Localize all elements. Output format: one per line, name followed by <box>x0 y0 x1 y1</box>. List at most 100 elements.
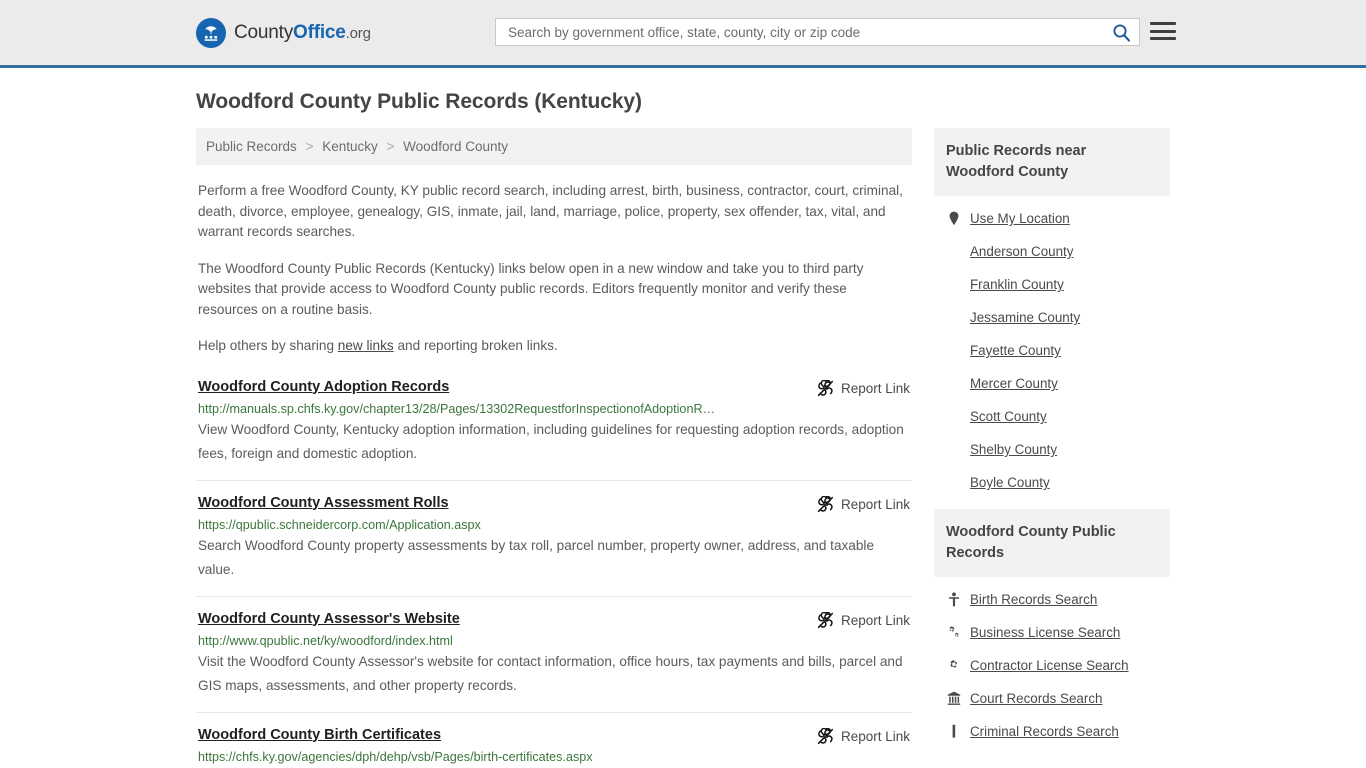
sidebar-panel-heading: Woodford County Public Records <box>934 509 1170 577</box>
result-title-link[interactable]: Woodford County Assessment Rolls <box>198 495 449 511</box>
new-links-link[interactable]: new links <box>338 338 394 353</box>
site-logo-text: CountyOffice.org <box>234 22 371 44</box>
sidebar-panel: Woodford County Public Records Birth Reco… <box>934 509 1170 748</box>
sidebar-panel-heading: Public Records near Woodford County <box>934 128 1170 196</box>
breadcrumb-separator: > <box>386 139 395 154</box>
result-title-link[interactable]: Woodford County Assessor's Website <box>198 611 460 627</box>
sidebar-item-label[interactable]: Birth Records Search <box>970 592 1097 607</box>
result-url: http://www.qpublic.net/ky/woodford/index… <box>198 633 453 648</box>
hamburger-menu-icon <box>1150 29 1176 33</box>
sidebar-list-item[interactable]: Fayette County <box>934 334 1170 367</box>
report-link-button[interactable]: Report Link <box>817 379 910 397</box>
result-header: Woodford County Birth Certificates Report… <box>198 727 910 745</box>
breadcrumb-item-public-records[interactable]: Public Records <box>206 139 297 154</box>
eagle-shield-logo-icon <box>196 17 226 48</box>
result-url: https://qpublic.schneidercorp.com/Applic… <box>198 517 481 532</box>
page-container: Woodford County Public Records (Kentucky… <box>0 90 1366 768</box>
sidebar-list-item[interactable]: Use My Location <box>934 202 1170 235</box>
result-title-link[interactable]: Woodford County Birth Certificates <box>198 727 441 743</box>
result-description: Visit the Woodford County Assessor's web… <box>198 653 903 693</box>
brand-part-county: County <box>234 21 294 43</box>
intro-text-after: and reporting broken links. <box>393 338 558 353</box>
site-logo[interactable]: CountyOffice.org <box>196 17 371 48</box>
sidebar-list-item[interactable]: Jessamine County <box>934 301 1170 334</box>
results-list: Woodford County Adoption Records Report L… <box>196 379 912 768</box>
broken-link-icon <box>817 379 834 396</box>
brand-part-org: .org <box>345 24 371 42</box>
result-url: http://manuals.sp.chfs.ky.gov/chapter13/… <box>198 401 716 416</box>
sidebar-item-label[interactable]: Contractor License Search <box>970 658 1129 673</box>
intro-text-before: Help others by sharing <box>198 338 338 353</box>
gavel-icon <box>946 724 961 739</box>
sidebar-item-label[interactable]: Use My Location <box>970 211 1070 226</box>
breadcrumb-item-kentucky[interactable]: Kentucky <box>322 139 378 154</box>
sidebar-item-label[interactable]: Mercer County <box>970 376 1058 391</box>
sidebar-list-item[interactable]: Court Records Search <box>934 682 1170 715</box>
hamburger-menu-icon <box>1150 37 1176 40</box>
search-button[interactable] <box>1110 23 1133 42</box>
sidebar-item-label[interactable]: Anderson County <box>970 244 1073 259</box>
map-pin-icon <box>946 211 961 226</box>
report-link-label: Report Link <box>840 612 910 628</box>
hamburger-menu-button[interactable] <box>1150 20 1176 42</box>
result-header: Woodford County Assessor's Website Report… <box>198 611 910 629</box>
sidebar: Public Records near Woodford County Use M… <box>934 128 1170 758</box>
report-link-label: Report Link <box>840 728 910 744</box>
sidebar-list-item[interactable]: Business License Search <box>934 616 1170 649</box>
sidebar-item-label[interactable]: Business License Search <box>970 625 1120 640</box>
report-link-button[interactable]: Report Link <box>817 495 910 513</box>
intro-section: Perform a free Woodford County, KY publi… <box>196 181 912 357</box>
intro-paragraph-3: Help others by sharing new links and rep… <box>198 336 910 357</box>
sidebar-item-label[interactable]: Criminal Records Search <box>970 724 1119 739</box>
report-link-button[interactable]: Report Link <box>817 611 910 629</box>
sidebar-list-item[interactable]: Criminal Records Search <box>934 715 1170 748</box>
sidebar-list-item[interactable]: Anderson County <box>934 235 1170 268</box>
sidebar-list-item[interactable]: Contractor License Search <box>934 649 1170 682</box>
hamburger-menu-icon <box>1150 22 1176 25</box>
main-column: Public Records > Kentucky > Woodford Cou… <box>196 128 912 768</box>
sidebar-item-label[interactable]: Court Records Search <box>970 691 1102 706</box>
sidebar-item-label[interactable]: Boyle County <box>970 475 1050 490</box>
site-header: CountyOffice.org <box>0 0 1366 68</box>
result-url: https://chfs.ky.gov/agencies/dph/dehp/vs… <box>198 749 593 764</box>
result-item: Woodford County Adoption Records Report L… <box>196 379 912 481</box>
intro-paragraph-1: Perform a free Woodford County, KY publi… <box>198 183 903 239</box>
result-header: Woodford County Adoption Records Report L… <box>198 379 910 397</box>
report-link-button[interactable]: Report Link <box>817 727 910 745</box>
sidebar-list-item[interactable]: Franklin County <box>934 268 1170 301</box>
page-title: Woodford County Public Records (Kentucky… <box>196 90 642 113</box>
sidebar-item-label[interactable]: Jessamine County <box>970 310 1080 325</box>
sidebar-item-label[interactable]: Franklin County <box>970 277 1064 292</box>
breadcrumb-item-woodford-county: Woodford County <box>403 139 508 154</box>
broken-link-icon <box>817 611 834 628</box>
result-description: Search Woodford County property assessme… <box>198 537 875 577</box>
courthouse-icon <box>946 691 961 706</box>
result-description: View Woodford County, Kentucky adoption … <box>198 421 904 461</box>
result-item: Woodford County Assessment Rolls Report L… <box>196 495 912 597</box>
result-item: Woodford County Birth Certificates Report… <box>196 727 912 768</box>
report-link-label: Report Link <box>840 380 910 396</box>
gear-icon <box>946 658 961 673</box>
sidebar-item-label[interactable]: Fayette County <box>970 343 1061 358</box>
sidebar-list-item[interactable]: Boyle County <box>934 466 1170 499</box>
result-item: Woodford County Assessor's Website Report… <box>196 611 912 713</box>
result-header: Woodford County Assessment Rolls Report L… <box>198 495 910 513</box>
sidebar-list-item[interactable]: Scott County <box>934 400 1170 433</box>
sidebar-item-label[interactable]: Scott County <box>970 409 1047 424</box>
intro-paragraph-2: The Woodford County Public Records (Kent… <box>198 260 864 317</box>
sidebar-panel-list: Use My Location Anderson County Franklin C… <box>934 196 1170 499</box>
brand-part-office: Office <box>293 21 346 43</box>
search-input[interactable] <box>506 19 1110 45</box>
sidebar-list-item[interactable]: Birth Records Search <box>934 583 1170 616</box>
sidebar-item-label[interactable]: Shelby County <box>970 442 1057 457</box>
baby-icon <box>946 592 961 607</box>
search-bar[interactable] <box>495 18 1140 46</box>
result-title-link[interactable]: Woodford County Adoption Records <box>198 379 449 395</box>
report-link-label: Report Link <box>840 496 910 512</box>
sidebar-list-item[interactable]: Shelby County <box>934 433 1170 466</box>
breadcrumb: Public Records > Kentucky > Woodford Cou… <box>196 128 912 165</box>
breadcrumb-separator: > <box>305 139 314 154</box>
sidebar-list-item[interactable]: Mercer County <box>934 367 1170 400</box>
search-icon <box>1113 23 1131 42</box>
sidebar-panel: Public Records near Woodford County Use M… <box>934 128 1170 499</box>
